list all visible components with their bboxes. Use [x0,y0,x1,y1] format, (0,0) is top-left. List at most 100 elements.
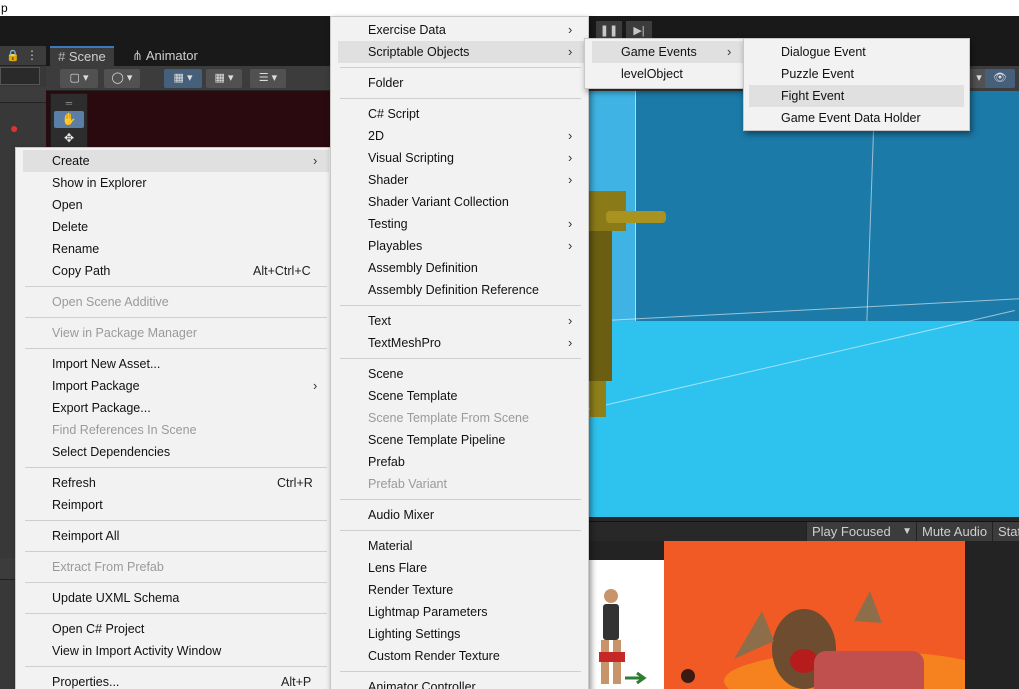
menu-item-update-uxml-schema[interactable]: Update UXML Schema [23,587,329,609]
menu-item-visual-scripting[interactable]: Visual Scripting › [338,147,587,169]
menu-item-levelobject[interactable]: levelObject [592,63,743,85]
asset-icon[interactable]: ● [10,120,18,136]
menu-item-prefab[interactable]: Prefab [338,451,587,473]
menu-item-textmeshpro[interactable]: TextMeshPro › [338,332,587,354]
asset-context-menu: Create › Show in Explorer Open Delete Re… [15,147,331,689]
menu-item-scene-template[interactable]: Scene Template [338,385,587,407]
visibility-toggle-icon[interactable]: 👁 [985,69,1015,88]
menu-item-puzzle-event[interactable]: Puzzle Event [749,63,964,85]
menu-item-import-package[interactable]: Import Package › [23,375,329,397]
menu-item-view-in-package-manager: View in Package Manager [23,322,329,344]
shortcut-label: Ctrl+R [277,476,313,490]
menu-separator [340,358,581,359]
menu-item-testing[interactable]: Testing › [338,213,587,235]
menu-item-label: Game Events [621,45,697,59]
menu-item-audio-mixer[interactable]: Audio Mixer [338,504,587,526]
menu-item-scene-template-pipeline[interactable]: Scene Template Pipeline [338,429,587,451]
menu-item-extract-from-prefab: Extract From Prefab [23,556,329,578]
menu-item-animator-controller[interactable]: Animator Controller [338,676,587,689]
chevron-right-icon: › [568,238,573,253]
menu-separator [25,317,327,318]
menu-item-2d[interactable]: 2D › [338,125,587,147]
menu-item-lightmap-parameters[interactable]: Lightmap Parameters [338,601,587,623]
menu-item-game-event-data-holder[interactable]: Game Event Data Holder [749,107,964,129]
menu-item-open-csharp-project[interactable]: Open C# Project [23,618,329,640]
menu-item-label: C# Script [368,107,420,121]
move-tool-icon[interactable]: ✥ [54,130,84,147]
menu-item-select-dependencies[interactable]: Select Dependencies [23,441,329,463]
search-field[interactable] [0,67,40,85]
mute-audio-toggle[interactable]: Mute Audio [916,522,994,542]
tab-scene[interactable]: # Scene [50,46,114,66]
menu-item-material[interactable]: Material [338,535,587,557]
tab-animator-label: Animator [145,48,198,63]
menu-item-rename[interactable]: Rename [23,238,329,260]
menu-item-reimport[interactable]: Reimport [23,494,329,516]
chevron-right-icon: › [568,172,573,187]
menu-item-label: Import New Asset... [52,357,161,371]
menu-item-shader[interactable]: Shader › [338,169,587,191]
increment-snap-dropdown[interactable]: ☰ ▾ [250,69,286,88]
chevron-right-icon: › [313,378,318,393]
drag-handle-icon[interactable]: ═ [54,95,84,112]
menu-item-render-texture[interactable]: Render Texture [338,579,587,601]
menu-item-shader-variant-collection[interactable]: Shader Variant Collection [338,191,587,213]
chevron-right-icon: › [568,216,573,231]
menu-item-label: Assembly Definition [368,261,478,275]
menu-item-refresh[interactable]: Refresh Ctrl+R [23,472,329,494]
menu-item-export-package[interactable]: Export Package... [23,397,329,419]
play-focused-dropdown[interactable]: Play Focused ▼ [806,522,916,542]
menu-item-custom-render-texture[interactable]: Custom Render Texture [338,645,587,667]
hand-tool-icon[interactable]: ✋ [54,111,84,128]
menu-item-dialogue-event[interactable]: Dialogue Event [749,41,964,63]
menu-item-game-events[interactable]: Game Events › [592,41,743,63]
menu-item-lens-flare[interactable]: Lens Flare [338,557,587,579]
stats-toggle[interactable]: Stat [992,522,1019,542]
game-view-toolbar: Play Focused ▼ Mute Audio Stat [586,521,1019,542]
menu-item-find-references: Find References In Scene [23,419,329,441]
menu-item-text[interactable]: Text › [338,310,587,332]
draw-mode-dropdown[interactable]: ▢ ▾ [60,69,98,88]
menu-item-label: Open C# Project [52,622,145,636]
menu-item-label: Export Package... [52,401,151,415]
menu-item-show-in-explorer[interactable]: Show in Explorer [23,172,329,194]
menu-separator [25,348,327,349]
menu-item-scene[interactable]: Scene [338,363,587,385]
panel-row [0,87,46,103]
menu-item-properties[interactable]: Properties... Alt+P [23,671,329,689]
kebab-menu-icon[interactable]: ⋮ [26,48,38,62]
player-character [599,589,647,685]
menu-item-label: Scene Template Pipeline [368,433,506,447]
menu-item-fight-event[interactable]: Fight Event [749,85,964,107]
menu-item-assembly-definition[interactable]: Assembly Definition [338,257,587,279]
render-mode-dropdown[interactable]: ◯ ▾ [104,69,140,88]
menu-separator [340,67,581,68]
menu-item-view-import-activity[interactable]: View in Import Activity Window [23,640,329,662]
menu-item-folder[interactable]: Folder [338,72,587,94]
menu-item-assembly-definition-reference[interactable]: Assembly Definition Reference [338,279,587,301]
menu-item-label: View in Package Manager [52,326,197,340]
grid-snap-dropdown[interactable]: ▦ ▾ [206,69,242,88]
menu-item-exercise-data[interactable]: Exercise Data › [338,19,587,41]
scriptable-objects-submenu: Game Events › levelObject [584,38,745,89]
tab-animator[interactable]: ⋔ Animator [124,46,206,66]
menu-item-reimport-all[interactable]: Reimport All [23,525,329,547]
scene-viewport[interactable] [586,91,1019,517]
snap-toggle[interactable]: ▦ ▾ [164,69,202,88]
menu-item-delete[interactable]: Delete [23,216,329,238]
menu-item-create[interactable]: Create › [23,150,329,172]
menu-item-copy-path[interactable]: Copy Path Alt+Ctrl+C [23,260,329,282]
menu-item-label: Text [368,314,391,328]
character-model[interactable] [586,191,666,421]
menu-item-scriptable-objects[interactable]: Scriptable Objects › [338,41,587,63]
lock-icon[interactable]: 🔒 [6,49,20,62]
menu-item-import-new-asset[interactable]: Import New Asset... [23,353,329,375]
menu-item-label: Scene Template [368,389,458,403]
menu-item-label: Testing [368,217,408,231]
menu-item-label: Playables [368,239,423,253]
menu-item-label: Delete [52,220,89,234]
menu-item-csharp-script[interactable]: C# Script [338,103,587,125]
menu-item-lighting-settings[interactable]: Lighting Settings [338,623,587,645]
menu-item-open[interactable]: Open [23,194,329,216]
menu-item-playables[interactable]: Playables › [338,235,587,257]
